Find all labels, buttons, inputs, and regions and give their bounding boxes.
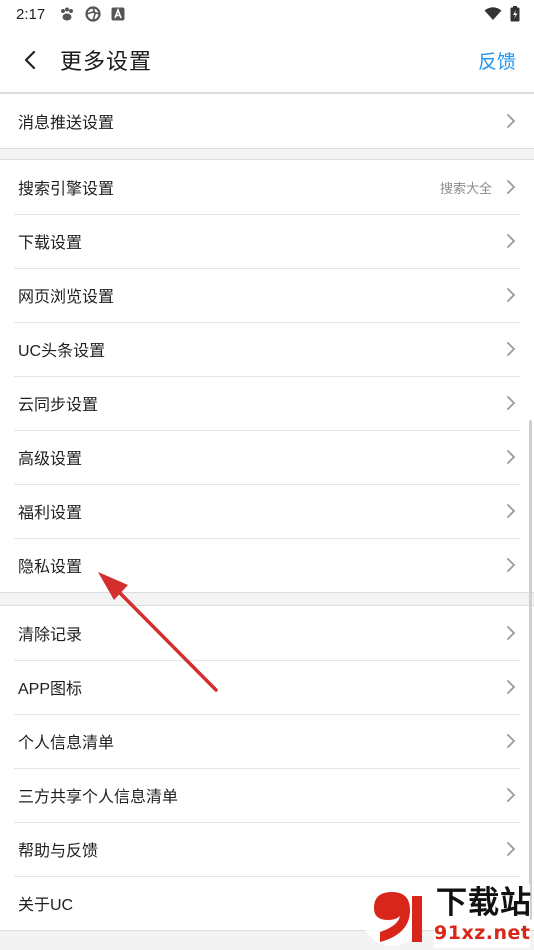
chevron-right-icon	[507, 680, 516, 694]
back-button[interactable]	[0, 28, 60, 92]
settings-row-uc-headlines[interactable]: UC头条设置	[0, 322, 534, 376]
settings-row-label: 高级设置	[18, 451, 83, 468]
chevron-right-icon	[507, 504, 516, 518]
watermark-logo-text: 下载站	[436, 885, 532, 921]
settings-row-label: 搜索引擎设置	[18, 181, 115, 198]
settings-group-main: 搜索引擎设置 搜索大全 下载设置 网页浏览设置 UC头条设置 云同步设置 高级设…	[0, 159, 534, 593]
chevron-right-icon	[507, 342, 516, 356]
settings-row-advanced[interactable]: 高级设置	[0, 430, 534, 484]
chevron-right-icon	[507, 396, 516, 410]
scrollbar[interactable]	[529, 420, 532, 920]
settings-row-personal-info-list[interactable]: 个人信息清单	[0, 714, 534, 768]
chevron-right-icon	[507, 288, 516, 302]
settings-row-web-browsing[interactable]: 网页浏览设置	[0, 268, 534, 322]
settings-row-label: 帮助与反馈	[18, 843, 99, 860]
settings-row-help-feedback[interactable]: 帮助与反馈	[0, 822, 534, 876]
settings-row-label: 云同步设置	[18, 397, 99, 414]
feedback-link[interactable]: 反馈	[478, 28, 516, 92]
battery-icon	[510, 6, 520, 22]
settings-row-download[interactable]: 下载设置	[0, 214, 534, 268]
settings-row-search-engine[interactable]: 搜索引擎设置 搜索大全	[0, 160, 534, 214]
settings-row-value: 搜索大全	[439, 180, 492, 196]
chevron-right-icon	[507, 180, 516, 194]
settings-row-label: UC头条设置	[18, 343, 106, 360]
app-a-icon	[111, 7, 125, 21]
chevron-right-icon	[507, 788, 516, 802]
settings-row-push[interactable]: 消息推送设置	[0, 94, 534, 148]
watermark-site: 91xz.net	[434, 922, 531, 944]
settings-row-label: 网页浏览设置	[18, 289, 115, 306]
status-time: 2:17	[16, 5, 46, 23]
chevron-right-icon	[507, 734, 516, 748]
chevron-right-icon	[507, 842, 516, 856]
chevron-right-icon	[507, 234, 516, 248]
chevron-right-icon	[507, 626, 516, 640]
status-icons-left	[59, 6, 125, 22]
settings-row-label: APP图标	[18, 681, 83, 698]
settings-row-app-icon[interactable]: APP图标	[0, 660, 534, 714]
settings-row-third-party-info[interactable]: 三方共享个人信息清单	[0, 768, 534, 822]
settings-group-push: 消息推送设置	[0, 93, 534, 149]
settings-row-label: 清除记录	[18, 627, 83, 644]
settings-row-label: 三方共享个人信息清单	[18, 789, 179, 806]
app-header: 更多设置 反馈	[0, 28, 534, 92]
aperture-icon	[85, 6, 101, 22]
settings-row-clear-records[interactable]: 清除记录	[0, 606, 534, 660]
settings-row-label: 隐私设置	[18, 559, 83, 576]
status-icons-right	[484, 6, 520, 22]
settings-row-label: 福利设置	[18, 505, 83, 522]
settings-row-cloud-sync[interactable]: 云同步设置	[0, 376, 534, 430]
settings-row-label: 关于UC	[18, 897, 74, 914]
page-title: 更多设置	[60, 49, 153, 74]
settings-row-privacy[interactable]: 隐私设置	[0, 538, 534, 592]
settings-row-label: 下载设置	[18, 235, 83, 252]
chevron-left-icon	[24, 50, 36, 70]
chevron-right-icon	[507, 450, 516, 464]
settings-row-label: 个人信息清单	[18, 735, 115, 752]
settings-row-benefits[interactable]: 福利设置	[0, 484, 534, 538]
status-bar: 2:17	[0, 0, 534, 28]
paw-icon	[61, 7, 74, 21]
settings-row-label: 消息推送设置	[18, 115, 115, 132]
chevron-right-icon	[507, 114, 516, 128]
chevron-right-icon	[507, 558, 516, 572]
wifi-icon	[484, 7, 502, 20]
